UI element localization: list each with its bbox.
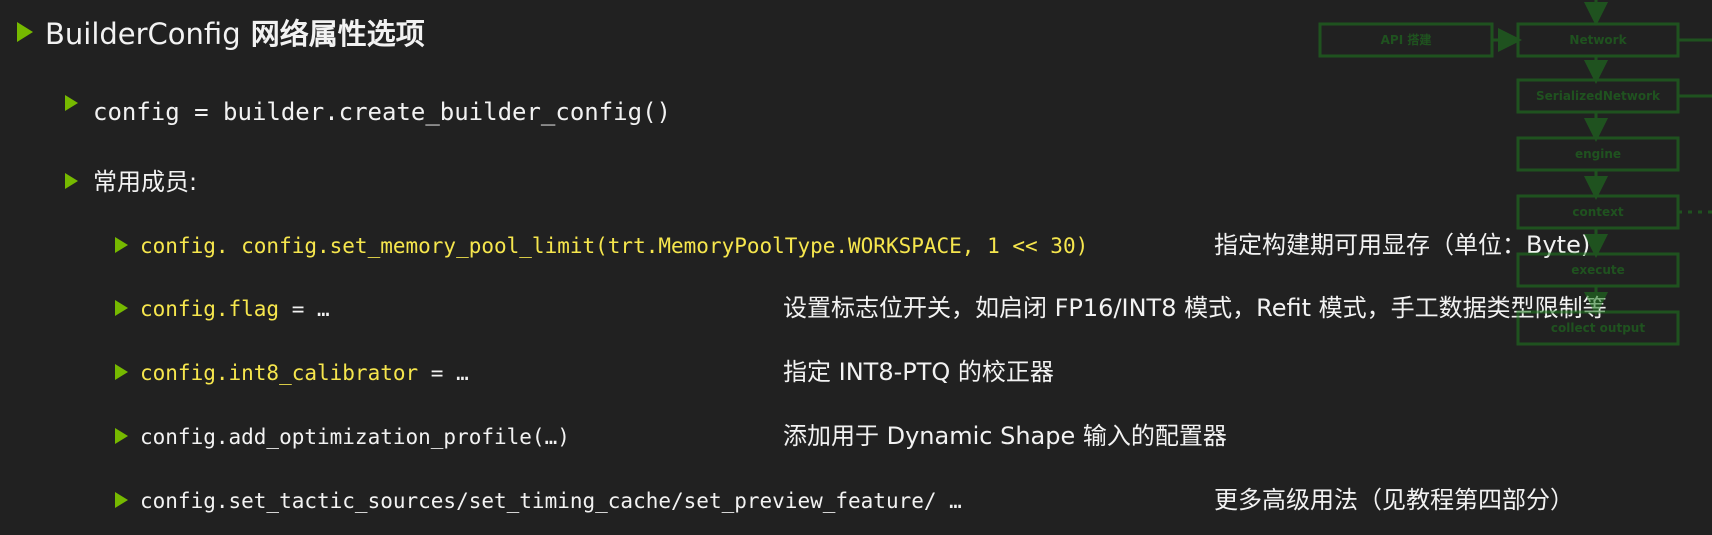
member-code-rest: config.add_optimization_profile(…) [140, 425, 570, 449]
member-code: config. config.set_memory_pool_limit(trt… [140, 236, 1088, 257]
member-code-rest: config.set_tactic_sources/set_timing_cac… [140, 489, 962, 513]
members-label: 常用成员: [93, 168, 198, 196]
bullet-icon [115, 428, 128, 444]
page-title: BuilderConfig 网络属性选项 [45, 20, 425, 49]
member-description: 添加用于 Dynamic Shape 输入的配置器 [783, 422, 1227, 450]
member-code-rest: = … [279, 297, 330, 321]
member-code-highlight: config.int8_calibrator [140, 361, 419, 385]
svg-text:API 搭建: API 搭建 [1381, 32, 1433, 47]
create-config-line: config = builder.create_builder_config() [93, 98, 671, 126]
page-title-suffix: 网络属性选项 [240, 17, 425, 51]
svg-text:engine: engine [1575, 147, 1621, 161]
workflow-diagram: API 搭建 Network SerializedNetwork engine … [1318, 0, 1712, 346]
svg-text:SerializedNetwork: SerializedNetwork [1536, 89, 1661, 103]
svg-text:Network: Network [1569, 33, 1627, 47]
svg-text:collect output: collect output [1551, 321, 1645, 335]
svg-text:execute: execute [1571, 263, 1625, 277]
member-description: 更多高级用法（见教程第四部分） [1214, 486, 1574, 514]
member-code: config.flag = … [140, 299, 330, 320]
member-code-highlight: config. config.set_memory_pool_limit(trt… [140, 234, 1089, 258]
bullet-icon [65, 95, 78, 111]
member-code: config.int8_calibrator = … [140, 363, 469, 384]
member-code-rest: = … [418, 361, 469, 385]
member-code: config.set_tactic_sources/set_timing_cac… [140, 491, 962, 512]
bullet-icon [65, 173, 78, 189]
title-bullet-icon [17, 22, 33, 42]
bullet-icon [115, 492, 128, 508]
member-code: config.add_optimization_profile(…) [140, 427, 570, 448]
member-code-highlight: config.flag [140, 297, 280, 321]
bullet-icon [115, 237, 128, 253]
bullet-icon [115, 364, 128, 380]
svg-text:context: context [1572, 205, 1624, 219]
page-title-prefix: BuilderConfig [45, 17, 241, 51]
bullet-icon [115, 300, 128, 316]
member-description: 指定 INT8-PTQ 的校正器 [783, 358, 1054, 386]
